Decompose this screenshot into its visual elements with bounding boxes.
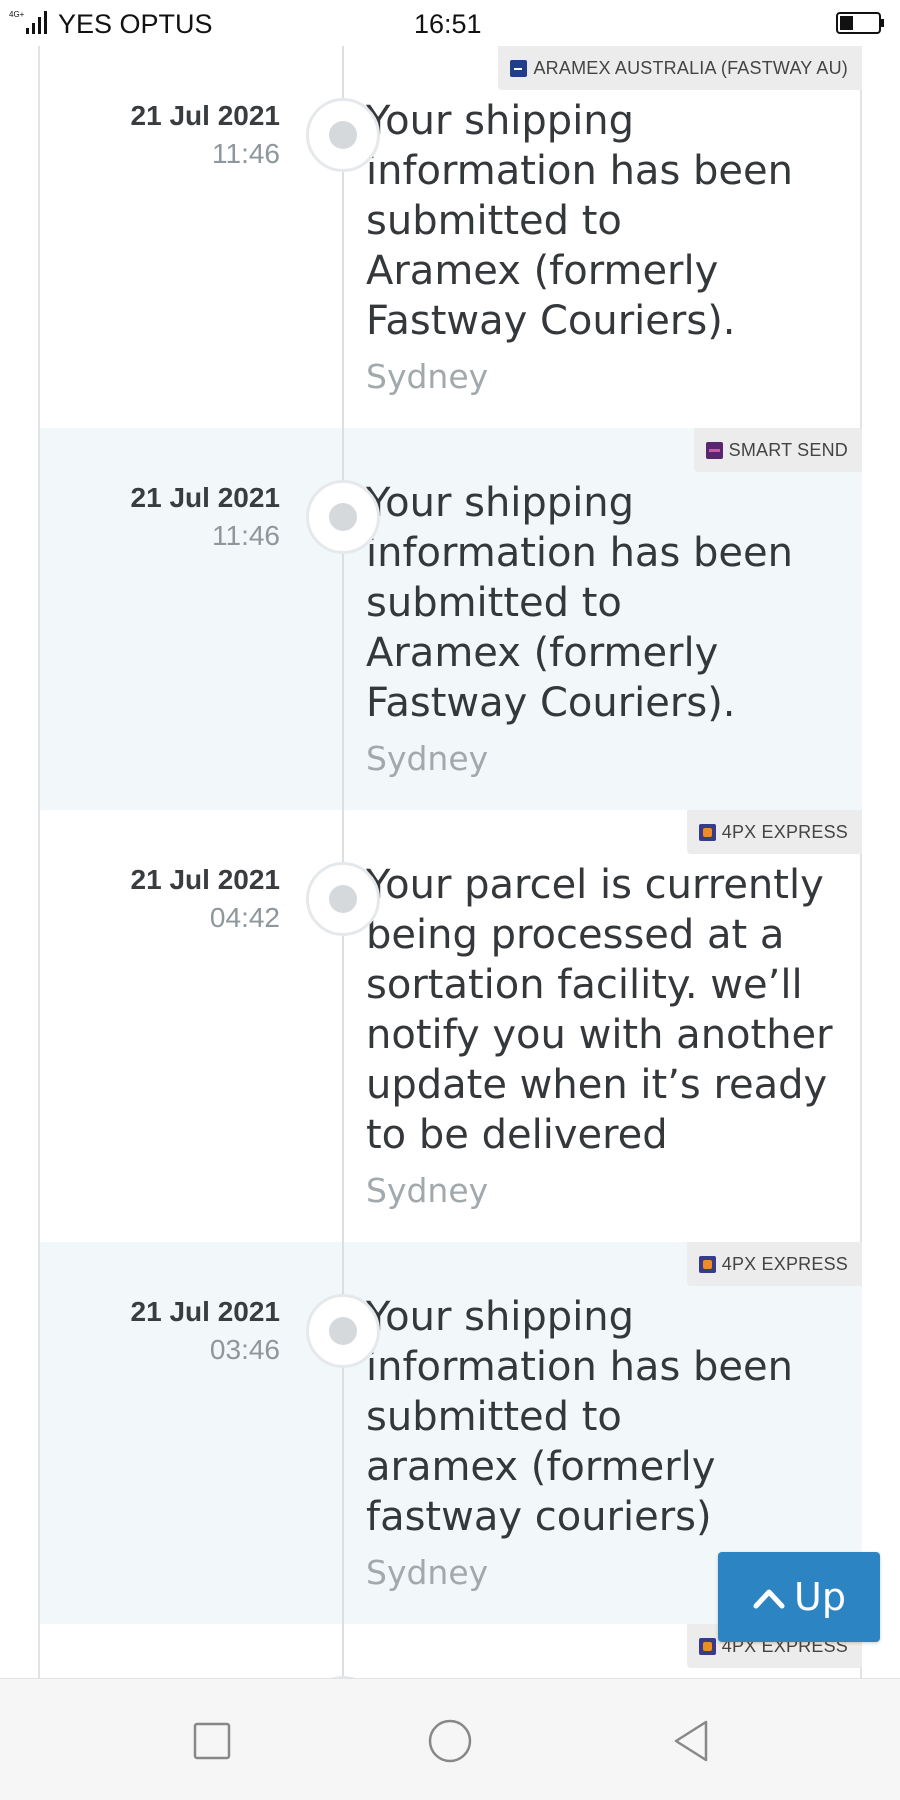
carrier-tag: 4PX EXPRESS [686, 1242, 862, 1286]
event-message: Your shipping information has been submi… [366, 478, 846, 728]
timeline-node-dot [329, 503, 357, 531]
message-line: Your parcel is currently [366, 862, 824, 908]
carrier-tag: ARAMEX AUSTRALIA (FASTWAY AU) [498, 46, 862, 90]
clock: 16:51 [414, 9, 482, 39]
event-location: Sydney [366, 1171, 489, 1210]
timeline-node-dot [329, 1317, 357, 1345]
message-line: update when it’s ready [366, 1062, 828, 1108]
4px-logo-icon [698, 1255, 716, 1273]
message-line: aramex (formerly [366, 1444, 716, 1490]
signal-icon: 4G+ [9, 10, 47, 34]
message-line: information has been [366, 530, 793, 576]
event-date: 21 Jul 2021 [130, 100, 280, 131]
message-line: submitted to [366, 198, 622, 244]
event-time: 11:46 [212, 520, 280, 551]
event-time: 03:46 [209, 1334, 280, 1365]
event-time: 04:42 [209, 902, 280, 933]
carrier-tag: SMART SEND [693, 428, 862, 472]
message-line: Aramex (formerly [366, 630, 719, 676]
network-label: 4G+ [9, 10, 25, 19]
event-location: Sydney [366, 739, 489, 778]
timeline-node-dot [329, 885, 357, 913]
event-message: Your shipping information has been submi… [366, 1292, 846, 1542]
4px-logo-icon [698, 823, 716, 841]
timeline-node-dot [329, 121, 357, 149]
carrier-tag-label: 4PX EXPRESS [721, 1253, 848, 1274]
timeline-event: 4PX EXPRESS 21 Jul 2021 04:42 Your parce… [40, 810, 862, 1242]
4px-logo-icon [698, 1637, 716, 1655]
message-line: submitted to [366, 1394, 622, 1440]
carrier-tag-label: SMART SEND [728, 439, 848, 460]
event-time: 11:46 [212, 138, 280, 169]
system-nav-bar [0, 1678, 900, 1800]
message-line: being processed at a [366, 912, 785, 958]
message-line: notify you with another [366, 1012, 833, 1058]
carrier-tag-label: ARAMEX AUSTRALIA (FASTWAY AU) [533, 57, 848, 78]
scroll-up-label: Up [794, 1575, 846, 1619]
message-line: submitted to [366, 580, 622, 626]
message-line: information has been [366, 1344, 793, 1390]
tracking-page[interactable]: ARAMEX AUSTRALIA (FASTWAY AU) 21 Jul 202… [0, 46, 900, 1678]
timeline-node [306, 98, 380, 172]
message-line: sortation facility. we’ll [366, 962, 803, 1008]
timeline-node [306, 480, 380, 554]
chevron-up-icon [753, 1589, 785, 1609]
timeline-event: SMART SEND 21 Jul 2021 11:46 Your shippi… [40, 428, 862, 810]
aramex-logo-icon [510, 59, 528, 77]
event-message: Your parcel is currently being processed… [366, 860, 846, 1160]
recent-apps-button[interactable] [188, 1717, 236, 1765]
event-date: 21 Jul 2021 [130, 482, 280, 513]
scroll-up-button[interactable]: Up [718, 1552, 880, 1642]
event-location: Sydney [366, 1553, 489, 1592]
status-bar: 4G+ YES OPTUS 16:51 [0, 0, 900, 46]
timeline-node [306, 862, 380, 936]
message-line: Your shipping [366, 98, 635, 144]
timeline-card: ARAMEX AUSTRALIA (FASTWAY AU) 21 Jul 202… [38, 46, 862, 1678]
message-line: Aramex (formerly [366, 248, 719, 294]
message-line: Your shipping [366, 1294, 635, 1340]
smart-send-logo-icon [705, 441, 723, 459]
event-location: Sydney [366, 357, 489, 396]
message-line: Your shipping [366, 480, 635, 526]
message-line: Fastway Couriers). [366, 298, 736, 344]
message-line: Fastway Couriers). [366, 680, 736, 726]
timeline-node [306, 1294, 380, 1368]
battery-icon [836, 12, 884, 34]
carrier-name: YES OPTUS [58, 9, 213, 39]
home-button[interactable] [426, 1717, 474, 1765]
event-message: Your shipping information has been submi… [366, 96, 846, 346]
message-line: information has been [366, 148, 793, 194]
event-date: 21 Jul 2021 [130, 864, 280, 895]
back-button[interactable] [668, 1717, 716, 1765]
carrier-tag-label: 4PX EXPRESS [721, 821, 848, 842]
message-line: to be delivered [366, 1112, 668, 1158]
carrier-tag: 4PX EXPRESS [686, 810, 862, 854]
timeline-event: ARAMEX AUSTRALIA (FASTWAY AU) 21 Jul 202… [40, 46, 862, 428]
event-date: 21 Jul 2021 [130, 1296, 280, 1327]
message-line: fastway couriers) [366, 1494, 712, 1540]
